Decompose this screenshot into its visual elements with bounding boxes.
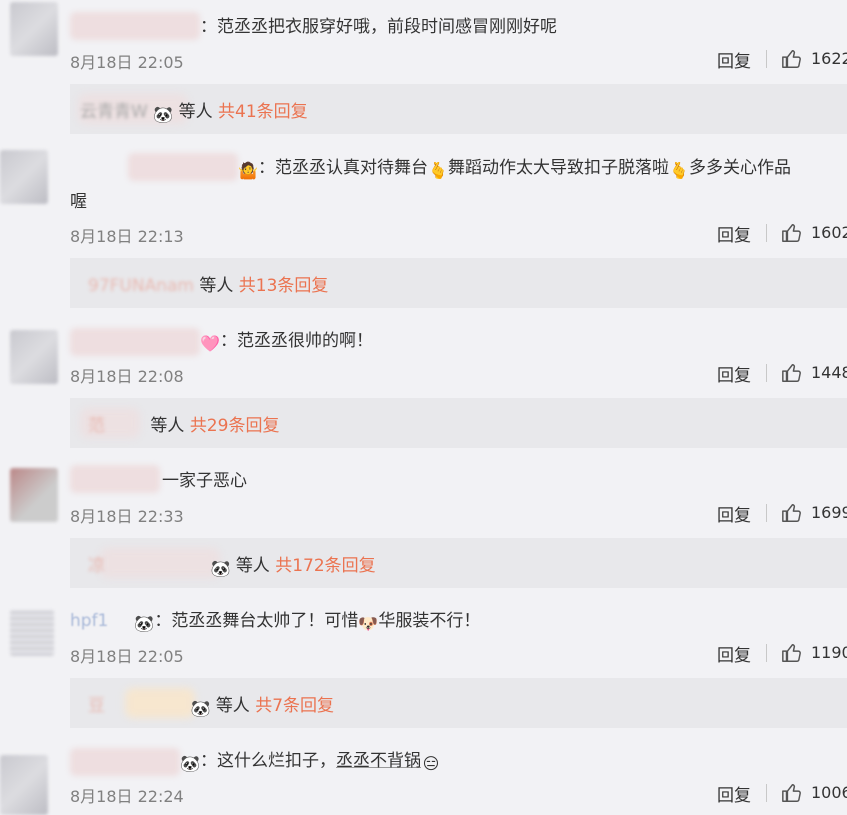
comment-text: 🩷：范丞丞很帅的啊！ [200, 331, 373, 353]
panda-emoji-icon: 🐼 [190, 699, 211, 718]
username-blurred[interactable] [70, 328, 200, 356]
username-blurred[interactable] [70, 465, 160, 493]
thumbs-up-icon[interactable] [781, 48, 803, 70]
comment-text: ：范丞丞把衣服穿好哦，前段时间感冒刚刚好呢 [200, 17, 557, 37]
avatar[interactable] [10, 330, 58, 384]
reply-button[interactable]: 回复 [717, 501, 751, 526]
reply-suffix: 等人 [215, 696, 250, 716]
hand-gesture-icon: 🤷 [238, 161, 258, 180]
reply-summary-bar[interactable]: 豆 🐼 等人 共7条回复 [70, 678, 847, 728]
reply-button[interactable]: 回复 [717, 47, 751, 72]
like-count: 1190 [811, 643, 847, 662]
like-count: 1006 [811, 783, 847, 802]
panda-emoji-icon: 🐼 [153, 105, 174, 124]
comment-time: 8月18日 22:24 [70, 787, 184, 806]
divider [766, 364, 767, 382]
reply-button[interactable]: 回复 [717, 641, 751, 666]
reply-suffix: 等人 [178, 102, 213, 122]
reply-suffix: 等人 [199, 276, 234, 296]
comment-text: 🤷：范丞丞认真对待舞台🫰舞蹈动作太大导致扣子脱落啦🫰多多关心作品 [238, 158, 791, 180]
topic-link[interactable]: 丞丞不背锅 [336, 751, 421, 771]
divider [766, 784, 767, 802]
thumbs-up-icon[interactable] [781, 362, 803, 384]
reply-names[interactable]: 豆 [88, 696, 185, 716]
comment-time: 8月18日 22:13 [70, 227, 184, 246]
divider [766, 504, 767, 522]
comment-time: 8月18日 22:08 [70, 367, 184, 386]
reply-button[interactable]: 回复 [717, 361, 751, 386]
comment-time: 8月18日 22:33 [70, 507, 184, 526]
username-blurred[interactable] [128, 153, 238, 181]
hand-gesture-icon: 🫰 [428, 161, 448, 180]
like-count: 1448 [811, 363, 847, 382]
hand-gesture-icon: 🫰 [669, 161, 689, 180]
reply-button[interactable]: 回复 [717, 781, 751, 806]
reply-summary-bar[interactable]: 云青青W 🐼 等人 共41条回复 [70, 84, 847, 134]
username[interactable]: hpf1 [70, 611, 108, 631]
thumbs-up-icon[interactable] [781, 502, 803, 524]
reply-count-link[interactable]: 共29条回复 [190, 416, 280, 436]
reply-count-link[interactable]: 共172条回复 [275, 556, 375, 576]
comment-text: hpf1 🐼：范丞丞舞台太帅了！可惜🐶华服装不行！ [70, 611, 481, 633]
avatar[interactable] [0, 150, 48, 204]
reply-summary-bar[interactable]: 范 等人 共29条回复 [70, 398, 847, 448]
panda-emoji-icon: 🐼 [134, 614, 155, 633]
reply-suffix: 等人 [235, 556, 270, 576]
reply-names[interactable]: 凉 [88, 556, 205, 576]
reply-count-link[interactable]: 共7条回复 [255, 696, 334, 716]
thumbs-up-icon[interactable] [781, 222, 803, 244]
comment-text-continued: 喔 [70, 192, 87, 212]
reply-names[interactable]: 97FUNAnam [88, 276, 194, 296]
avatar[interactable] [10, 2, 58, 56]
avatar[interactable] [0, 755, 48, 815]
reply-count-link[interactable]: 共13条回复 [239, 276, 329, 296]
avatar[interactable] [10, 610, 54, 656]
divider [766, 50, 767, 68]
reply-button[interactable]: 回复 [717, 221, 751, 246]
avatar[interactable] [10, 468, 58, 522]
comment-time: 8月18日 22:05 [70, 647, 184, 666]
divider [766, 224, 767, 242]
reply-suffix: 等人 [150, 416, 185, 436]
reply-count-link[interactable]: 共41条回复 [218, 102, 308, 122]
reply-summary-bar[interactable]: 97FUNAnam 等人 共13条回复 [70, 258, 847, 308]
like-count: 1602 [811, 223, 847, 242]
comment-text: 一家子恶心 [162, 471, 247, 491]
username-blurred[interactable] [70, 748, 180, 776]
heart-emoji-icon: 🩷 [200, 334, 220, 353]
comment-time: 8月18日 22:05 [70, 53, 184, 72]
doge-emoji-icon: 😑 [422, 754, 440, 773]
divider [766, 644, 767, 662]
reply-names[interactable]: 云青青W [80, 102, 148, 122]
panda-emoji-icon: 🐼 [210, 559, 231, 578]
comment-text: 🐼：这什么烂扣子，丞丞不背锅 😑 [180, 751, 440, 773]
reply-names[interactable]: 范 [88, 416, 145, 436]
like-count: 1699 [811, 503, 847, 522]
thumbs-up-icon[interactable] [781, 642, 803, 664]
reply-summary-bar[interactable]: 凉 🐼 等人 共172条回复 [70, 538, 847, 588]
like-count: 1622 [811, 49, 847, 68]
panda-emoji-icon: 🐼 [180, 754, 200, 773]
dog-emoji-icon: 🐶 [358, 614, 379, 633]
thumbs-up-icon[interactable] [781, 782, 803, 804]
username-blurred[interactable] [70, 12, 200, 40]
